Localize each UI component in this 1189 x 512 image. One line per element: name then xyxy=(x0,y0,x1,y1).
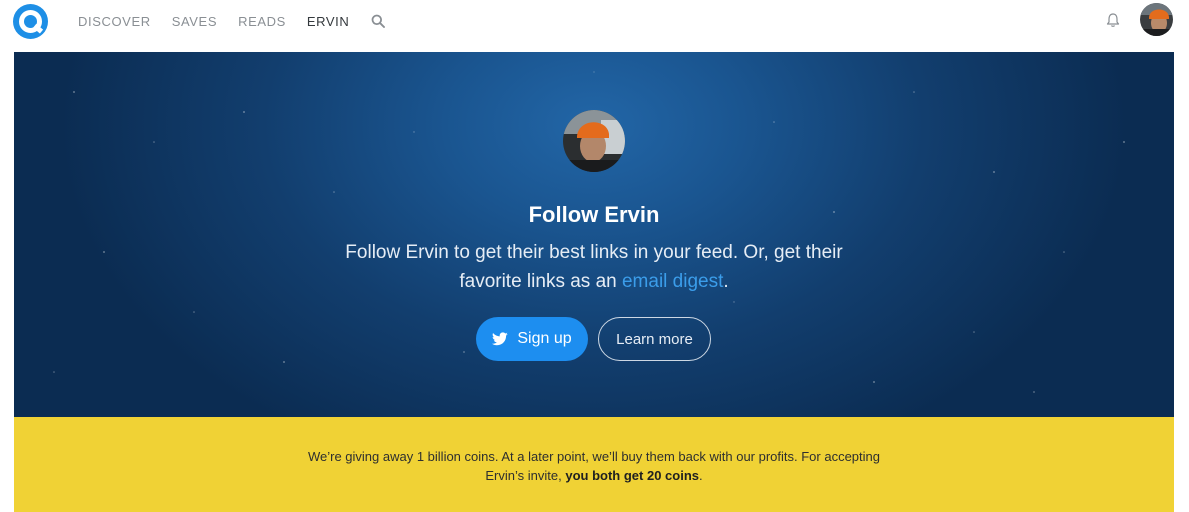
learn-more-button[interactable]: Learn more xyxy=(598,317,711,361)
signup-label: Sign up xyxy=(517,330,572,347)
search-icon[interactable] xyxy=(371,14,386,28)
starfield-background xyxy=(53,71,1125,393)
profile-avatar[interactable] xyxy=(563,110,625,172)
bell-icon[interactable] xyxy=(1105,12,1121,28)
coins-banner: We’re giving away 1 billion coins. At a … xyxy=(14,417,1174,512)
main-nav: DISCOVER SAVES READS ERVIN xyxy=(78,0,386,42)
follow-hero: Follow Ervin Follow Ervin to get their b… xyxy=(14,52,1174,417)
nav-discover[interactable]: DISCOVER xyxy=(78,14,151,29)
twitter-icon xyxy=(492,332,509,346)
profile-avatar-image xyxy=(563,110,625,172)
banner-text-end: . xyxy=(698,468,703,483)
nav-reads[interactable]: READS xyxy=(238,14,286,29)
coins-banner-text: We’re giving away 1 billion coins. At a … xyxy=(304,447,884,485)
user-avatar[interactable] xyxy=(1140,3,1173,36)
top-navbar: DISCOVER SAVES READS ERVIN xyxy=(0,0,1189,42)
avatar-image xyxy=(1140,3,1173,36)
hero-description: Follow Ervin to get their best links in … xyxy=(344,238,844,296)
hero-description-end: . xyxy=(723,271,729,292)
hero-title: Follow Ervin xyxy=(528,202,660,227)
email-digest-link[interactable]: email digest xyxy=(622,271,723,292)
logo-icon[interactable] xyxy=(13,4,48,39)
signup-button[interactable]: Sign up xyxy=(476,317,588,361)
hero-description-text: Follow Ervin to get their best links in … xyxy=(345,242,843,292)
banner-text-bold: you both get 20 coins xyxy=(565,468,699,483)
nav-saves[interactable]: SAVES xyxy=(172,14,217,29)
nav-ervin[interactable]: ERVIN xyxy=(307,14,350,29)
